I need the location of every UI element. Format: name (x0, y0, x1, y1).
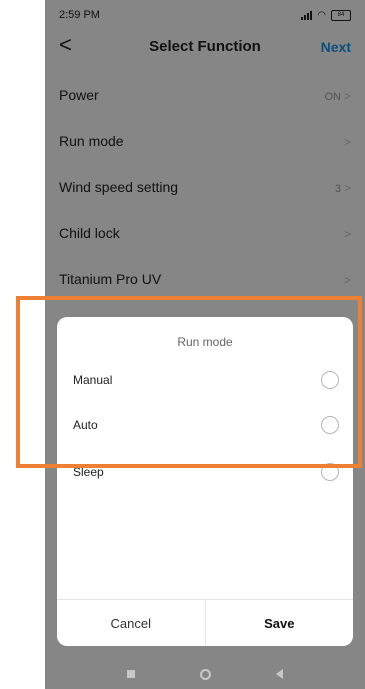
option-label: Sleep (73, 465, 104, 479)
home-icon[interactable] (199, 668, 211, 680)
recents-icon[interactable] (127, 670, 136, 678)
option-manual[interactable]: Manual (57, 365, 353, 395)
radio-button[interactable] (321, 463, 339, 481)
dialog-footer: Cancel Save (57, 599, 353, 646)
phone-screen: 2:59 PM ◠ 84 < Select Function Next Powe… (45, 0, 365, 689)
back-icon[interactable] (275, 669, 283, 679)
cancel-button[interactable]: Cancel (57, 600, 206, 646)
option-auto[interactable]: Auto (57, 410, 353, 440)
run-mode-dialog: Run mode Manual Auto Sleep Cancel Save (57, 317, 353, 646)
option-label: Manual (73, 373, 113, 387)
system-nav-bar (45, 659, 365, 689)
option-label: Auto (73, 418, 98, 432)
radio-button[interactable] (321, 416, 339, 434)
save-button[interactable]: Save (206, 600, 354, 646)
option-sleep[interactable]: Sleep (57, 457, 353, 487)
radio-button[interactable] (321, 371, 339, 389)
dialog-title: Run mode (177, 335, 233, 349)
